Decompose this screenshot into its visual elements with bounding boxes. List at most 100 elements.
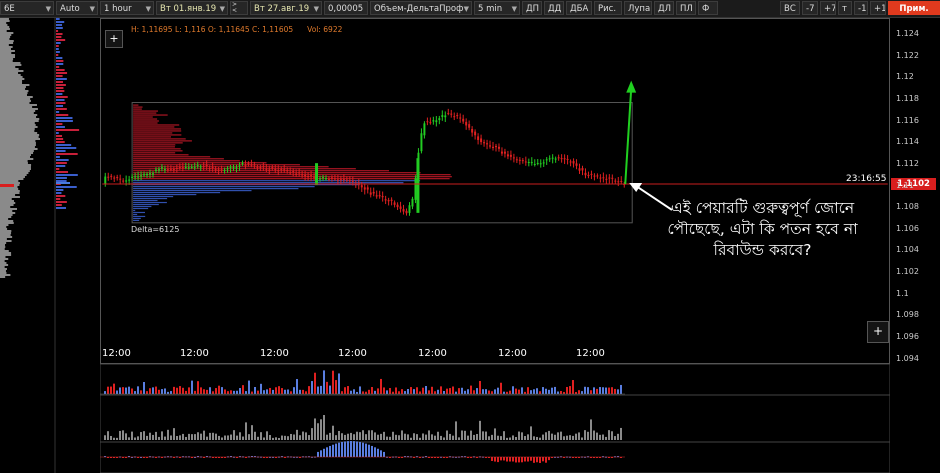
candle-body — [175, 167, 178, 169]
time-axis[interactable]: 12:00 12:00 12:00 12:00 12:00 12:00 12:00 — [100, 346, 890, 362]
volume-bar — [368, 389, 370, 394]
profile-row — [133, 132, 173, 134]
delta-bar — [56, 75, 63, 77]
candle-body — [274, 169, 277, 171]
volume-bar — [602, 387, 604, 394]
button-plus1[interactable]: +1 — [870, 1, 886, 15]
timeframe-select[interactable]: 1 hour ▼ — [100, 1, 154, 15]
profile-bar — [0, 128, 35, 130]
scale-mode-select[interactable]: Auto ▼ — [56, 1, 98, 15]
tool-button-dp[interactable]: ДП — [522, 1, 542, 15]
tool-button-draw[interactable]: Рис. — [594, 1, 622, 15]
tool-button-pl[interactable]: ПЛ — [676, 1, 696, 15]
tool-button-zoom[interactable]: Лупа — [624, 1, 652, 15]
profile-bar — [0, 258, 9, 260]
delta-bar — [56, 180, 67, 182]
volume-bar — [242, 385, 244, 394]
tick-size-field[interactable]: 0,00005 — [324, 1, 368, 15]
volume-bar — [263, 390, 265, 394]
candle-body — [271, 167, 274, 169]
profile-row — [133, 168, 356, 170]
date-from-select[interactable]: Вт 01.янв.19 ▼ — [156, 1, 228, 15]
delta-bar — [500, 457, 502, 461]
cumulative-delta-histogram — [100, 441, 625, 463]
profile-row — [133, 191, 221, 194]
volume-bar — [434, 391, 436, 394]
button-plus7[interactable]: +7 — [820, 1, 836, 15]
volume-bar — [305, 391, 307, 394]
count-bar — [248, 434, 250, 440]
volume-bar — [362, 391, 364, 394]
count-bar — [371, 430, 373, 440]
delta-bar — [56, 177, 67, 179]
apply-button[interactable]: Прим. — [888, 1, 940, 15]
volume-bar — [437, 389, 439, 394]
add-indicator-button[interactable]: + — [105, 30, 123, 48]
button-minus1[interactable]: -1 — [854, 1, 868, 15]
candle-body — [572, 161, 575, 164]
candle-body — [438, 118, 441, 120]
candle-body — [104, 176, 107, 185]
volume-bar — [470, 385, 472, 394]
profile-type-select[interactable]: Объем-ДельтаПроф ▼ — [370, 1, 472, 15]
delta-bar — [533, 457, 535, 463]
count-bar — [476, 433, 478, 440]
count-bar — [488, 436, 490, 440]
candle-body — [208, 168, 211, 170]
candle-body — [462, 118, 465, 122]
button-vs[interactable]: ВС — [780, 1, 800, 15]
volume-bar — [137, 386, 139, 394]
candle-body — [232, 167, 235, 169]
volume-bar — [257, 390, 259, 394]
date-swap-button[interactable]: > < — [230, 1, 248, 15]
candle-body — [548, 158, 551, 160]
volume-bar — [527, 387, 529, 394]
button-t[interactable]: т — [838, 1, 852, 15]
candle-body — [396, 204, 399, 208]
volume-bar — [152, 387, 154, 394]
candle-body — [489, 145, 492, 147]
candle-body — [614, 180, 617, 182]
count-bar — [347, 433, 349, 440]
price-chart[interactable] — [100, 18, 890, 364]
count-bar — [215, 433, 217, 440]
add-panel-button[interactable]: + — [867, 321, 889, 343]
profile-row — [133, 209, 136, 212]
volume-bar — [173, 386, 175, 394]
count-bar — [107, 431, 109, 440]
button-minus7[interactable]: -7 — [802, 1, 818, 15]
volume-bar — [182, 387, 184, 394]
candle-body — [366, 187, 369, 190]
bar-interval-select[interactable]: 5 min ▼ — [474, 1, 520, 15]
price-tick-label: 1.102 — [896, 267, 919, 277]
candle-body — [602, 177, 605, 179]
candle-body — [122, 180, 125, 182]
price-tick-label: 1.112 — [896, 158, 919, 168]
count-bar — [569, 435, 571, 440]
profile-bar — [0, 234, 11, 236]
price-axis[interactable]: 1.124 1.122 1.12 1.118 1.116 1.114 1.112 1.11 1.… — [890, 18, 940, 364]
tool-button-f[interactable]: Ф — [698, 1, 718, 15]
profile-bar — [0, 98, 31, 100]
candle-body — [486, 143, 489, 145]
candle-body — [477, 136, 480, 140]
volume-bar — [110, 386, 112, 394]
profile-bar — [0, 156, 31, 158]
profile-bar — [0, 136, 39, 138]
volume-bar — [503, 391, 505, 394]
tool-button-dd[interactable]: ДД — [544, 1, 564, 15]
candle-body — [590, 173, 593, 175]
candle-body — [435, 120, 438, 123]
date-to-select[interactable]: Вт 27.авг.19 ▼ — [250, 1, 322, 15]
symbol-select[interactable]: 6E ▼ — [0, 1, 54, 15]
tool-button-dba[interactable]: ДБА — [566, 1, 592, 15]
tool-button-dl[interactable]: ДЛ — [654, 1, 674, 15]
volume-bar — [203, 389, 205, 394]
candle-body — [605, 178, 608, 180]
count-bar — [491, 434, 493, 440]
delta-bar — [56, 57, 63, 59]
profile-bar — [0, 180, 19, 182]
count-bar — [188, 433, 190, 440]
price-tick-label: 1.114 — [896, 137, 919, 147]
candle-body — [521, 160, 524, 162]
